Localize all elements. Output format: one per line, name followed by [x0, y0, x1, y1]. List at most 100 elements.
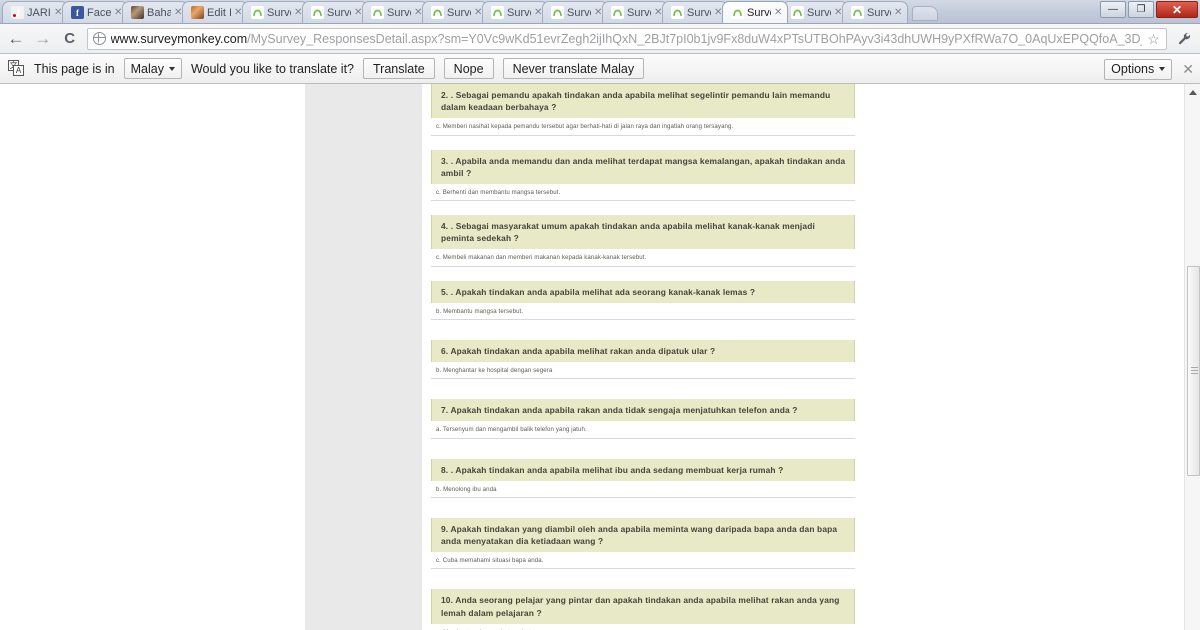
survey-question-block: 4. . Sebagai masyarakat umum apakah tind… — [431, 215, 855, 267]
question-text: 2. . Sebagai pemandu apakah tindakan and… — [431, 84, 855, 119]
back-button[interactable]: ← — [6, 29, 26, 49]
browser-tab[interactable]: fFacel✕ — [62, 1, 128, 23]
page-viewport: 2. . Sebagai pemandu apakah tindakan and… — [0, 84, 1200, 630]
question-text: 7. Apakah tindakan anda apabila rakan an… — [431, 399, 855, 422]
never-translate-button[interactable]: Never translate Malay — [502, 58, 645, 79]
tab-title: Surve — [327, 6, 351, 19]
infobar-prefix-text: This page is in — [34, 61, 115, 76]
survey-response-list: 2. . Sebagai pemandu apakah tindakan and… — [431, 84, 855, 630]
browser-tab[interactable]: Surve✕ — [482, 1, 548, 23]
reload-icon: C — [64, 30, 76, 47]
browser-tab[interactable]: Surve✕ — [722, 1, 788, 23]
browser-tab[interactable]: Surve✕ — [782, 1, 848, 23]
browser-tab[interactable]: Surve✕ — [422, 1, 488, 23]
scrollbar-up-button[interactable] — [1185, 84, 1200, 101]
browser-tab[interactable]: Surve✕ — [842, 1, 908, 23]
forward-button[interactable]: → — [33, 29, 53, 49]
browser-window: JJARIN✕fFacel✕Baha✕Edit I✕Surve✕Surve✕Su… — [0, 0, 1200, 630]
tab-title: Surve — [447, 6, 471, 19]
url-path: /MySurvey_ResponsesDetail.aspx?sm=Y0Vc9w… — [247, 31, 1143, 46]
new-tab-button[interactable] — [912, 6, 938, 21]
nope-button[interactable]: Nope — [443, 58, 494, 79]
browser-tab[interactable]: Surve✕ — [542, 1, 608, 23]
surveymonkey-icon — [551, 6, 564, 19]
address-bar[interactable]: www.surveymonkey.com/MySurvey_ResponsesD… — [86, 27, 1168, 50]
options-button[interactable]: Options — [1104, 58, 1173, 80]
browser-tab[interactable]: Edit I ✕ — [182, 1, 248, 23]
translate-button[interactable]: Translate — [363, 58, 435, 79]
minimize-button[interactable]: — — [1100, 1, 1126, 18]
url-text: www.surveymonkey.com/MySurvey_ResponsesD… — [110, 29, 1143, 49]
tab-title: Surve — [687, 6, 711, 19]
surveymonkey-icon — [371, 6, 384, 19]
language-dropdown[interactable]: Malay — [123, 58, 182, 79]
surveymonkey-icon — [251, 6, 264, 19]
tab-close-icon[interactable]: ✕ — [774, 7, 783, 18]
answer-text: c. Membeli makanan dan memberi makanan k… — [431, 249, 855, 267]
minimize-icon: — — [1108, 4, 1118, 15]
browser-tab[interactable]: Baha ✕ — [122, 1, 188, 23]
chevron-down-icon — [168, 66, 175, 71]
survey-question-block: 9. Apakah tindakan yang diambil oleh and… — [431, 517, 855, 570]
browser-tab[interactable]: Surve✕ — [662, 1, 728, 23]
facebook-icon: f — [71, 6, 84, 19]
browser-toolbar: ← → C www.surveymonkey.com/MySurvey_Resp… — [0, 24, 1200, 54]
surveymonkey-icon — [671, 6, 684, 19]
page-scrollbar[interactable] — [1184, 84, 1200, 630]
question-text: 10. Anda seorang pelajar yang pintar dan… — [431, 589, 855, 624]
infobar-right-controls: Options ✕ — [1104, 54, 1194, 84]
surveymonkey-icon — [731, 6, 744, 19]
surveymonkey-icon — [791, 6, 804, 19]
answer-text: a. Membantu rakan anda tersebut. — [431, 624, 855, 630]
survey-question-block: 8. . Apakah tindakan anda apabila meliha… — [431, 458, 855, 498]
surveymonkey-icon — [491, 6, 504, 19]
maximize-button[interactable]: ❐ — [1128, 1, 1154, 18]
tab-title: Edit I — [207, 6, 231, 19]
photo-icon — [131, 6, 144, 19]
url-host: www.surveymonkey.com — [110, 31, 248, 46]
tab-title: Surve — [387, 6, 411, 19]
tab-close-icon[interactable]: ✕ — [894, 7, 903, 18]
maximize-icon: ❐ — [1136, 4, 1146, 15]
browser-tab[interactable]: Surve✕ — [362, 1, 428, 23]
survey-question-block: 3. . Apabila anda memandu dan anda melih… — [431, 149, 855, 202]
browser-tab[interactable]: Surve✕ — [302, 1, 368, 23]
back-arrow-icon: ← — [7, 29, 25, 48]
tab-title: Surve — [807, 6, 831, 19]
question-text: 5. . Apakah tindakan anda apabila meliha… — [431, 280, 855, 303]
menu-wrench-icon[interactable] — [1174, 28, 1194, 50]
tab-title: Surve — [627, 6, 651, 19]
browser-tab[interactable]: Surve✕ — [602, 1, 668, 23]
survey-question-block: 2. . Sebagai pemandu apakah tindakan and… — [431, 84, 855, 136]
tab-strip: JJARIN✕fFacel✕Baha✕Edit I✕Surve✕Surve✕Su… — [0, 0, 1200, 24]
left-gutter-panel — [305, 84, 422, 630]
question-text: 4. . Sebagai masyarakat umum apakah tind… — [431, 215, 855, 250]
tab-title: Surve — [267, 6, 291, 19]
close-icon: ✕ — [1171, 2, 1183, 17]
translate-icon: 文A — [8, 60, 25, 77]
page-content: 2. . Sebagai pemandu apakah tindakan and… — [0, 84, 1184, 630]
forward-arrow-icon: → — [34, 29, 52, 48]
browser-tab[interactable]: JJARIN✕ — [2, 1, 68, 23]
chevron-up-icon — [1189, 90, 1197, 95]
tab-title: Surve — [747, 6, 771, 19]
question-text: 6. Apakah tindakan anda apabila melihat … — [431, 339, 855, 363]
reload-button[interactable]: C — [60, 29, 80, 49]
scrollbar-thumb[interactable] — [1187, 266, 1200, 476]
browser-tab[interactable]: Surve✕ — [242, 1, 308, 23]
answer-text: c. Berhenti dan membantu mangsa tersebut… — [431, 184, 855, 202]
tab-title: Surve — [867, 6, 891, 19]
tab-title: Surve — [567, 6, 591, 19]
tab-title: JARIN — [27, 6, 51, 19]
window-controls: — ❐ ✕ — [1100, 1, 1198, 18]
surveymonkey-icon — [851, 6, 864, 19]
infobar-close-button[interactable]: ✕ — [1182, 62, 1194, 76]
survey-question-block: 7. Apakah tindakan anda apabila rakan an… — [431, 399, 855, 439]
bookmark-star-icon[interactable]: ☆ — [1147, 32, 1161, 46]
close-window-button[interactable]: ✕ — [1156, 1, 1198, 18]
